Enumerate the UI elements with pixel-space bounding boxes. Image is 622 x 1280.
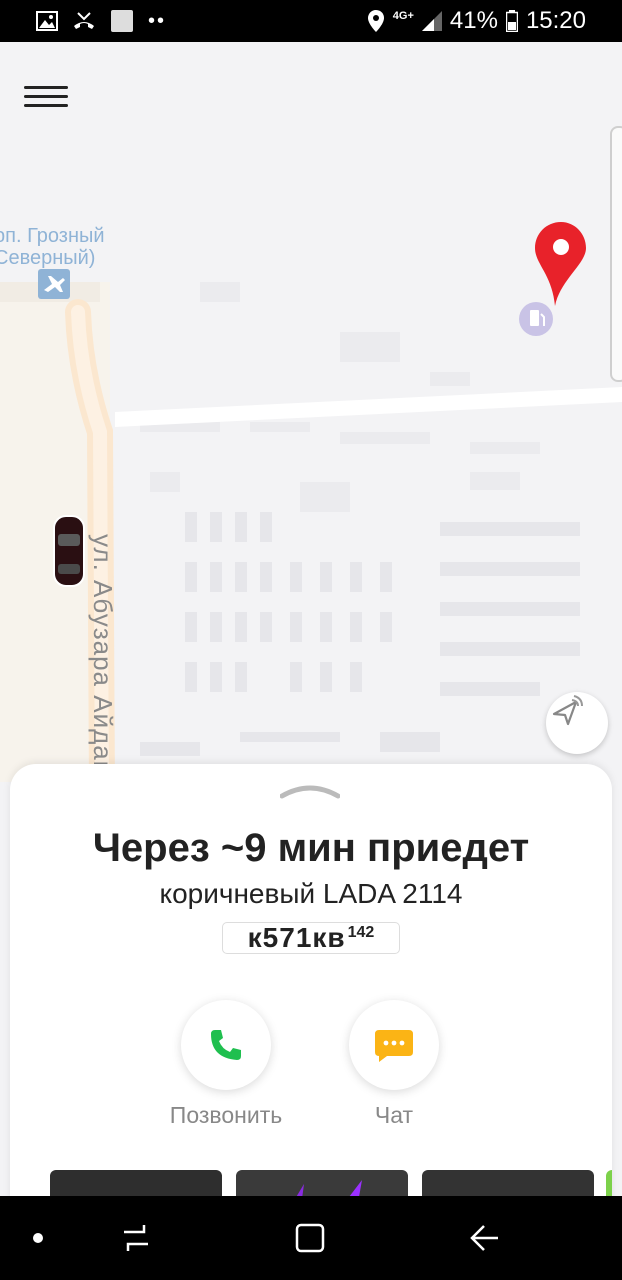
phone-icon: [211, 1030, 241, 1060]
missed-call-icon: [72, 11, 96, 31]
signal-icon: [421, 11, 442, 31]
chat-action[interactable]: Чат: [329, 1000, 459, 1129]
airport-label: рп. Грозный Северный): [0, 225, 105, 269]
recent-apps-icon: [124, 1225, 148, 1251]
image-icon: [36, 11, 58, 31]
airport-label-line1: рп. Грозный: [0, 225, 105, 247]
navigation-arrow-icon: [552, 695, 583, 726]
side-panel-handle[interactable]: [610, 126, 622, 382]
clock: 15:20: [525, 7, 586, 34]
my-location-button[interactable]: [546, 692, 608, 754]
back-button[interactable]: [464, 1218, 504, 1258]
menu-icon-bar: [24, 104, 68, 107]
chat-icon: [375, 1030, 413, 1062]
call-label: Позвонить: [169, 1102, 283, 1128]
eta-title: Через ~9 мин приедет: [92, 826, 530, 870]
license-plate: к571кв 142: [222, 922, 400, 954]
chevron-up-icon: [279, 785, 341, 799]
chat-label: Чат: [374, 1102, 414, 1128]
location-icon: [367, 9, 385, 33]
status-bar: •• 4G+ 41% 15:20: [0, 0, 622, 42]
menu-button[interactable]: [24, 80, 68, 116]
plate-number: к571кв: [247, 922, 346, 953]
nav-dot-button[interactable]: [18, 1218, 58, 1258]
recent-apps-button[interactable]: [116, 1218, 156, 1258]
home-icon: [295, 1223, 325, 1253]
sheet-expand-handle[interactable]: [279, 778, 341, 800]
battery-icon: [505, 10, 518, 32]
menu-icon-bar: [24, 86, 68, 89]
more-notifications-icon: ••: [148, 9, 167, 32]
home-button[interactable]: [290, 1218, 330, 1258]
taxi-car-icon: [53, 515, 85, 587]
airport-label-line2: Северный): [0, 247, 96, 269]
plate-region: 142: [347, 924, 375, 941]
destination-pin-icon: [535, 222, 586, 306]
app-notification-icon: [110, 9, 134, 33]
system-nav-bar: [0, 1196, 622, 1280]
call-button[interactable]: [181, 1000, 271, 1090]
dot-icon: [33, 1233, 43, 1243]
ride-info-sheet: Через ~9 мин приедет коричневый LADA 211…: [10, 764, 612, 1214]
menu-icon-bar: [24, 95, 68, 98]
battery-percent: 41%: [449, 7, 498, 34]
call-action[interactable]: Позвонить: [161, 1000, 291, 1129]
network-type: 4G+: [392, 10, 414, 22]
chat-button[interactable]: [349, 1000, 439, 1090]
gas-station-icon: [519, 302, 553, 336]
airport-icon: [38, 269, 70, 299]
back-arrow-icon: [470, 1225, 498, 1251]
car-description: коричневый LADA 2114: [159, 878, 463, 909]
